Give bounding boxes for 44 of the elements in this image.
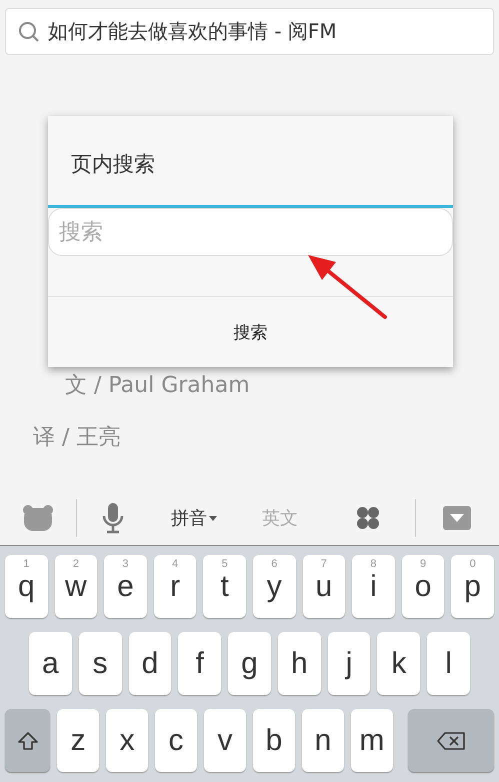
search-button[interactable]: 搜索 (48, 296, 453, 367)
letter-key[interactable]: 2 w (54, 555, 98, 618)
letter-key[interactable]: m (350, 709, 393, 772)
address-bar[interactable]: 如何才能去做喜欢的事情 - 阅FM (5, 8, 494, 55)
shift-icon (16, 730, 39, 750)
page-title: 如何才能去做喜欢的事情 - 阅FM (48, 18, 337, 45)
letter-key[interactable]: 5 t (203, 555, 246, 618)
letter-key[interactable]: c (155, 709, 198, 772)
letter-key[interactable]: l (427, 632, 470, 695)
letter-key[interactable]: 3 e (104, 555, 147, 618)
letter-key[interactable]: j (328, 632, 370, 695)
letter-key[interactable]: h (278, 632, 321, 695)
letter-key[interactable]: k (377, 632, 420, 695)
letter-key[interactable]: d (128, 632, 172, 695)
letter-key[interactable]: a (29, 632, 72, 695)
letter-key[interactable]: z (57, 709, 100, 772)
letter-key[interactable]: 7 u (302, 555, 346, 618)
backspace-icon (436, 730, 466, 750)
hide-keyboard-icon[interactable] (443, 506, 471, 530)
bear-icon[interactable] (22, 504, 54, 532)
letter-key[interactable]: 0 p (451, 555, 494, 618)
letter-key[interactable]: b (252, 709, 295, 772)
caret-icon (209, 516, 217, 520)
letter-key[interactable]: 6 y (252, 555, 296, 618)
letter-key[interactable]: f (178, 632, 222, 695)
letter-key[interactable]: 8 i (352, 555, 395, 618)
letter-key[interactable]: x (106, 709, 148, 772)
author-line: 文 / Paul Graham (65, 372, 250, 400)
delete-key[interactable] (408, 709, 494, 772)
input-mode-tab[interactable]: 拼音 (165, 502, 223, 534)
letter-key[interactable]: g (228, 632, 271, 695)
letter-key[interactable]: 9 o (402, 555, 444, 618)
letter-key[interactable]: n (302, 709, 344, 772)
microphone-icon[interactable] (102, 502, 124, 534)
dialog-title: 页内搜索 (70, 151, 156, 178)
letter-key[interactable]: v (204, 709, 246, 772)
letter-key[interactable]: 1 q (5, 555, 48, 618)
letter-key[interactable]: s (78, 632, 122, 695)
search-field[interactable]: 搜索 (48, 208, 453, 256)
letter-key[interactable]: 4 r (154, 555, 196, 618)
clover-icon[interactable] (356, 506, 380, 530)
shift-key[interactable] (5, 709, 50, 772)
search-icon (18, 20, 40, 42)
translator-line: 译 / 王亮 (33, 424, 120, 452)
